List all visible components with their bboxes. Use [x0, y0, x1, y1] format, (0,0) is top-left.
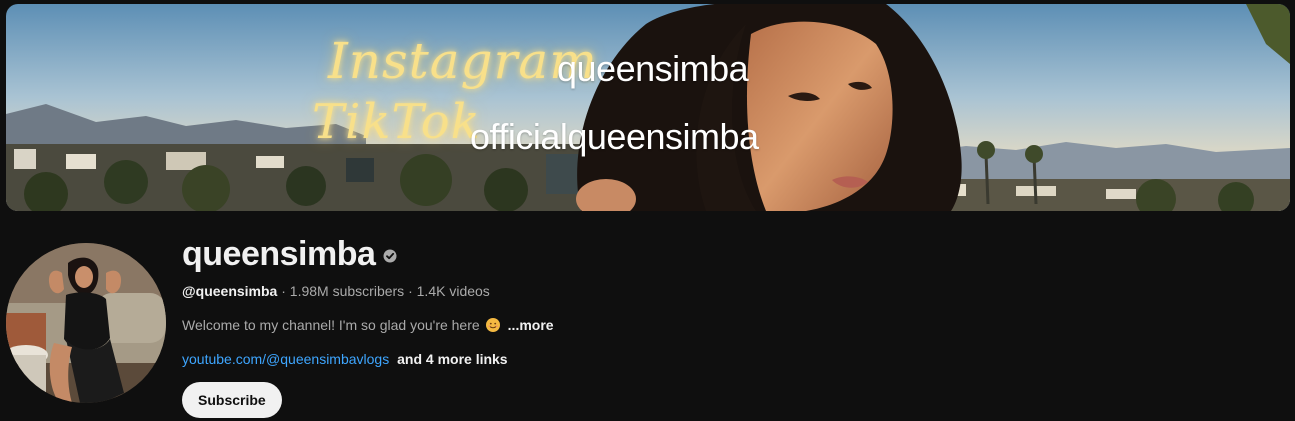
smiling-face-emoji-icon	[485, 318, 500, 332]
meta-separator: ·	[277, 283, 290, 299]
channel-info: queensimba @queensimba · 1.98M subscribe…	[182, 232, 554, 418]
banner-image	[6, 4, 1290, 211]
avatar-image	[6, 243, 166, 403]
meta-separator: ·	[404, 283, 417, 299]
description-more-button[interactable]: ...more	[508, 315, 554, 335]
channel-links: youtube.com/@queensimbavlogs and 4 more …	[182, 349, 554, 369]
channel-avatar[interactable]	[6, 243, 166, 403]
channel-link[interactable]: youtube.com/@queensimbavlogs	[182, 351, 389, 367]
channel-banner[interactable]: Instagram queensimba TikTok officialquee…	[6, 4, 1290, 211]
verified-check-icon	[383, 249, 397, 263]
channel-description[interactable]: Welcome to my channel! I'm so glad you'r…	[182, 315, 554, 335]
more-links-button[interactable]: and 4 more links	[397, 351, 507, 367]
channel-meta: @queensimba · 1.98M subscribers · 1.4K v…	[182, 281, 554, 301]
channel-title-row: queensimba	[182, 232, 554, 276]
subscriber-count: 1.98M subscribers	[289, 283, 405, 299]
video-count: 1.4K videos	[416, 283, 490, 299]
channel-name: queensimba	[182, 234, 376, 273]
channel-header: Instagram queensimba TikTok officialquee…	[0, 0, 1295, 421]
channel-handle: @queensimba	[182, 283, 278, 299]
description-text: Welcome to my channel! I'm so glad you'r…	[182, 317, 480, 333]
subscribe-button[interactable]: Subscribe	[182, 382, 282, 418]
